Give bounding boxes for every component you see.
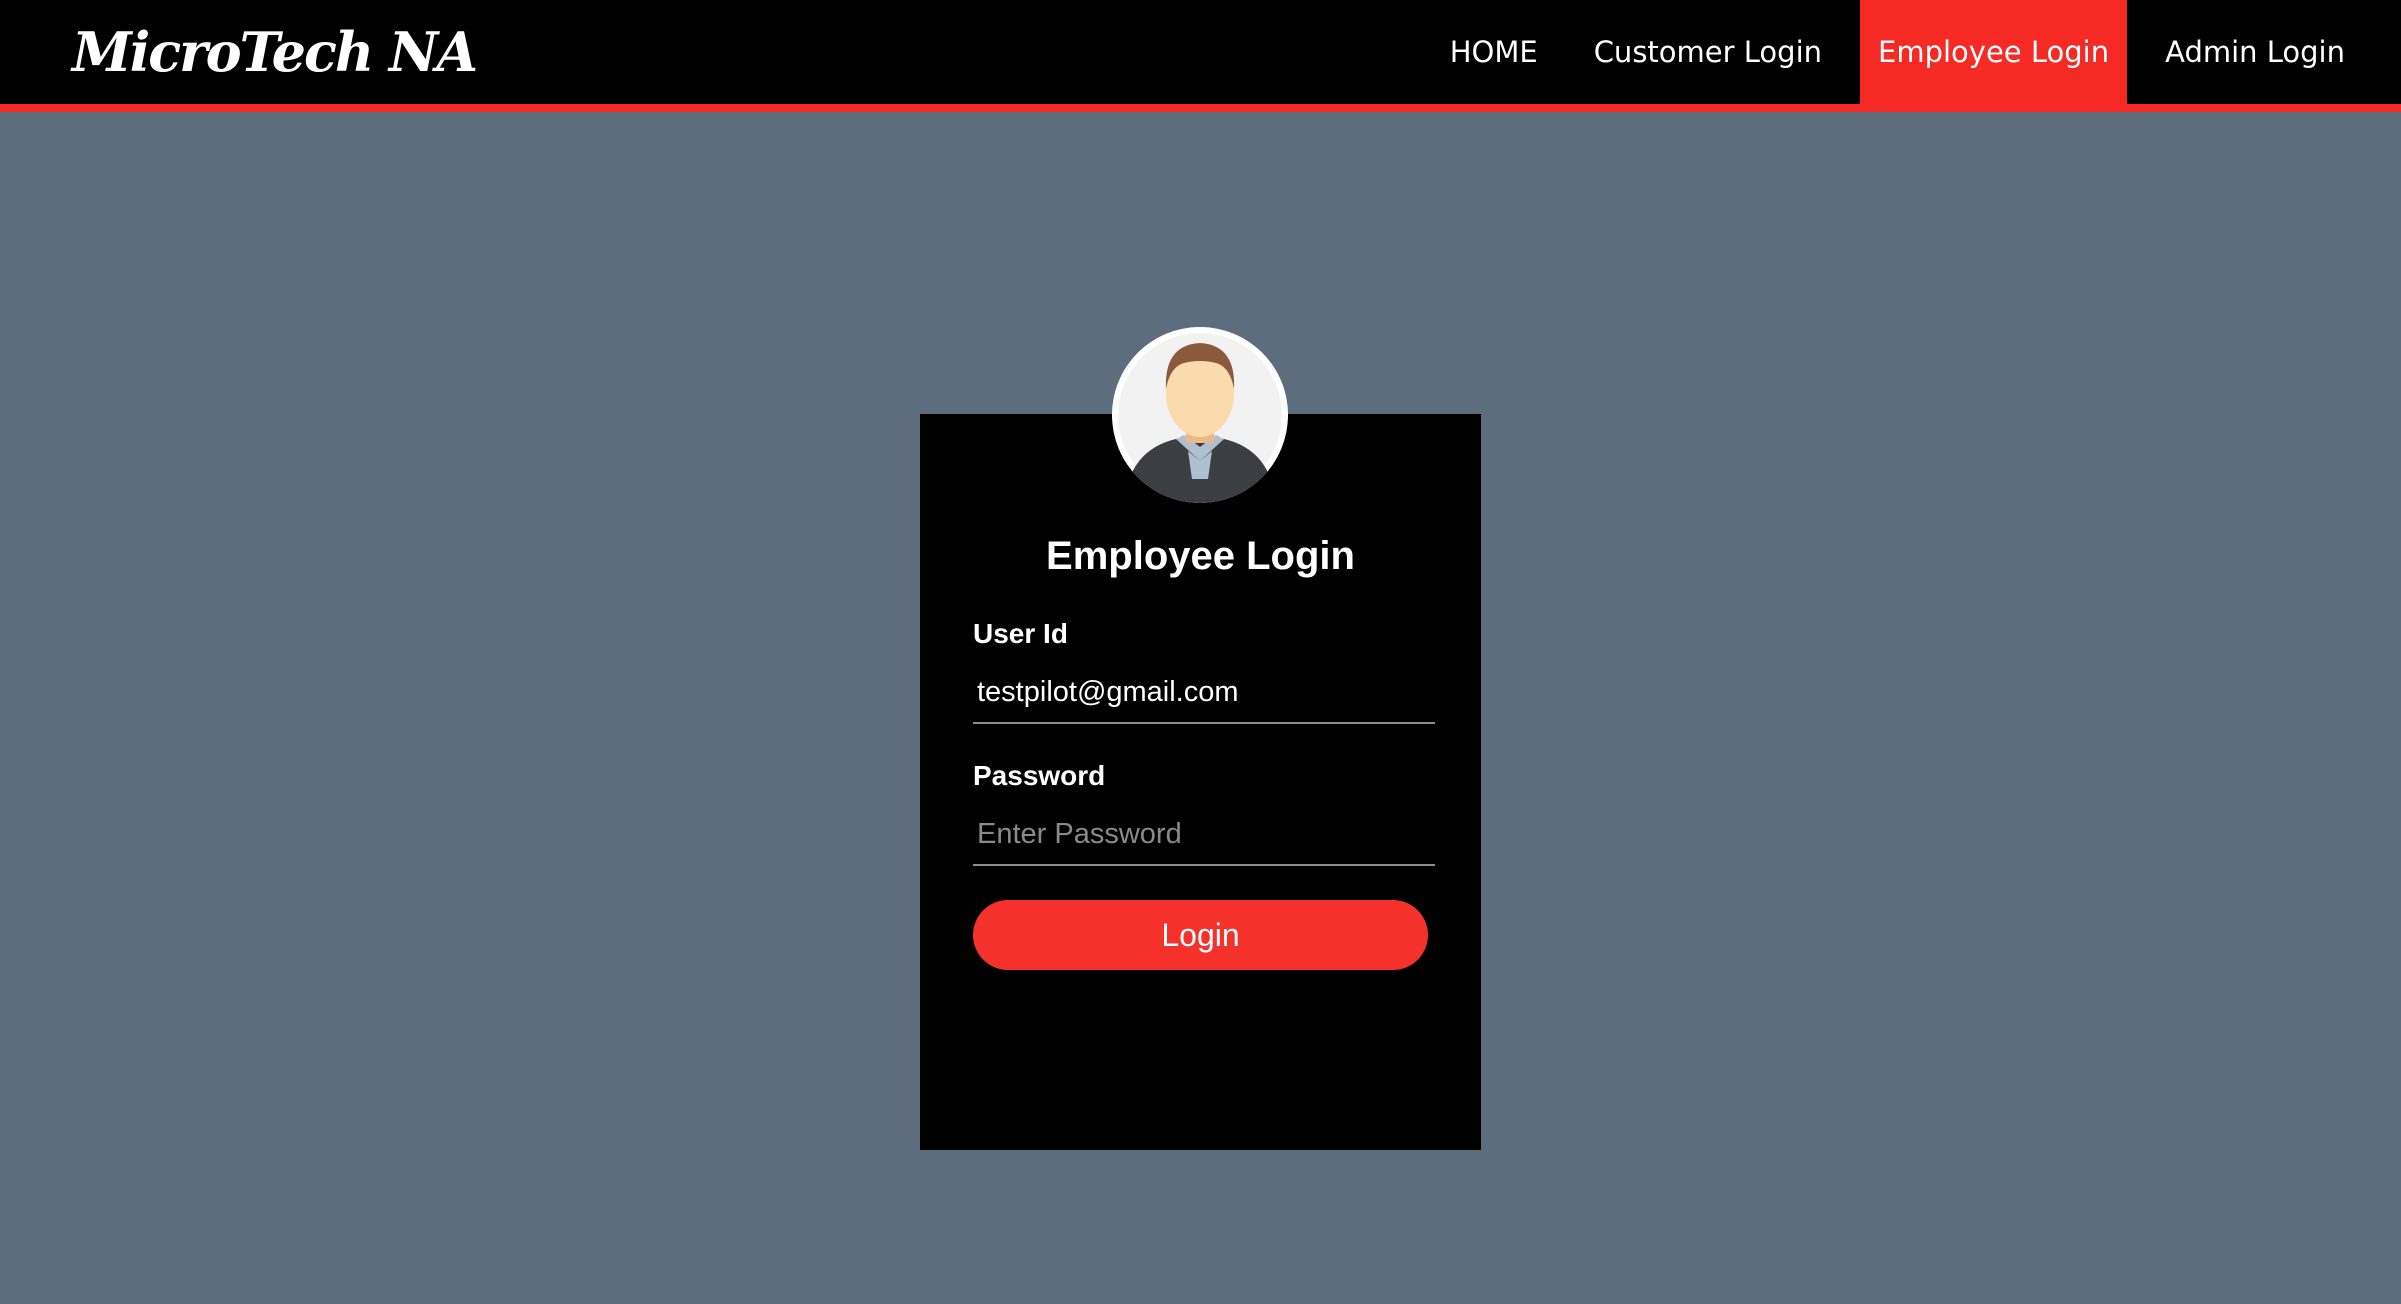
login-card: Employee Login User Id Password Login xyxy=(920,414,1481,1150)
avatar-graphic xyxy=(1112,327,1288,503)
nav-links: HOME Customer Login Employee Login Admin… xyxy=(1422,0,2401,104)
nav-home[interactable]: HOME xyxy=(1422,0,1566,104)
user-id-input[interactable] xyxy=(973,662,1435,724)
brand-logo[interactable]: MicroTech NA xyxy=(72,14,478,90)
card-title: Employee Login xyxy=(1046,534,1355,578)
nav-employee-login[interactable]: Employee Login xyxy=(1860,0,2128,104)
password-label: Password xyxy=(973,760,1106,791)
password-input[interactable] xyxy=(973,804,1435,866)
user-avatar-icon xyxy=(1112,327,1288,503)
top-navbar: MicroTech NA HOME Customer Login Employe… xyxy=(0,0,2401,112)
user-id-label: User Id xyxy=(973,618,1068,649)
nav-customer-login[interactable]: Customer Login xyxy=(1566,0,1850,104)
nav-admin-login[interactable]: Admin Login xyxy=(2137,0,2373,104)
login-button[interactable]: Login xyxy=(973,900,1428,970)
